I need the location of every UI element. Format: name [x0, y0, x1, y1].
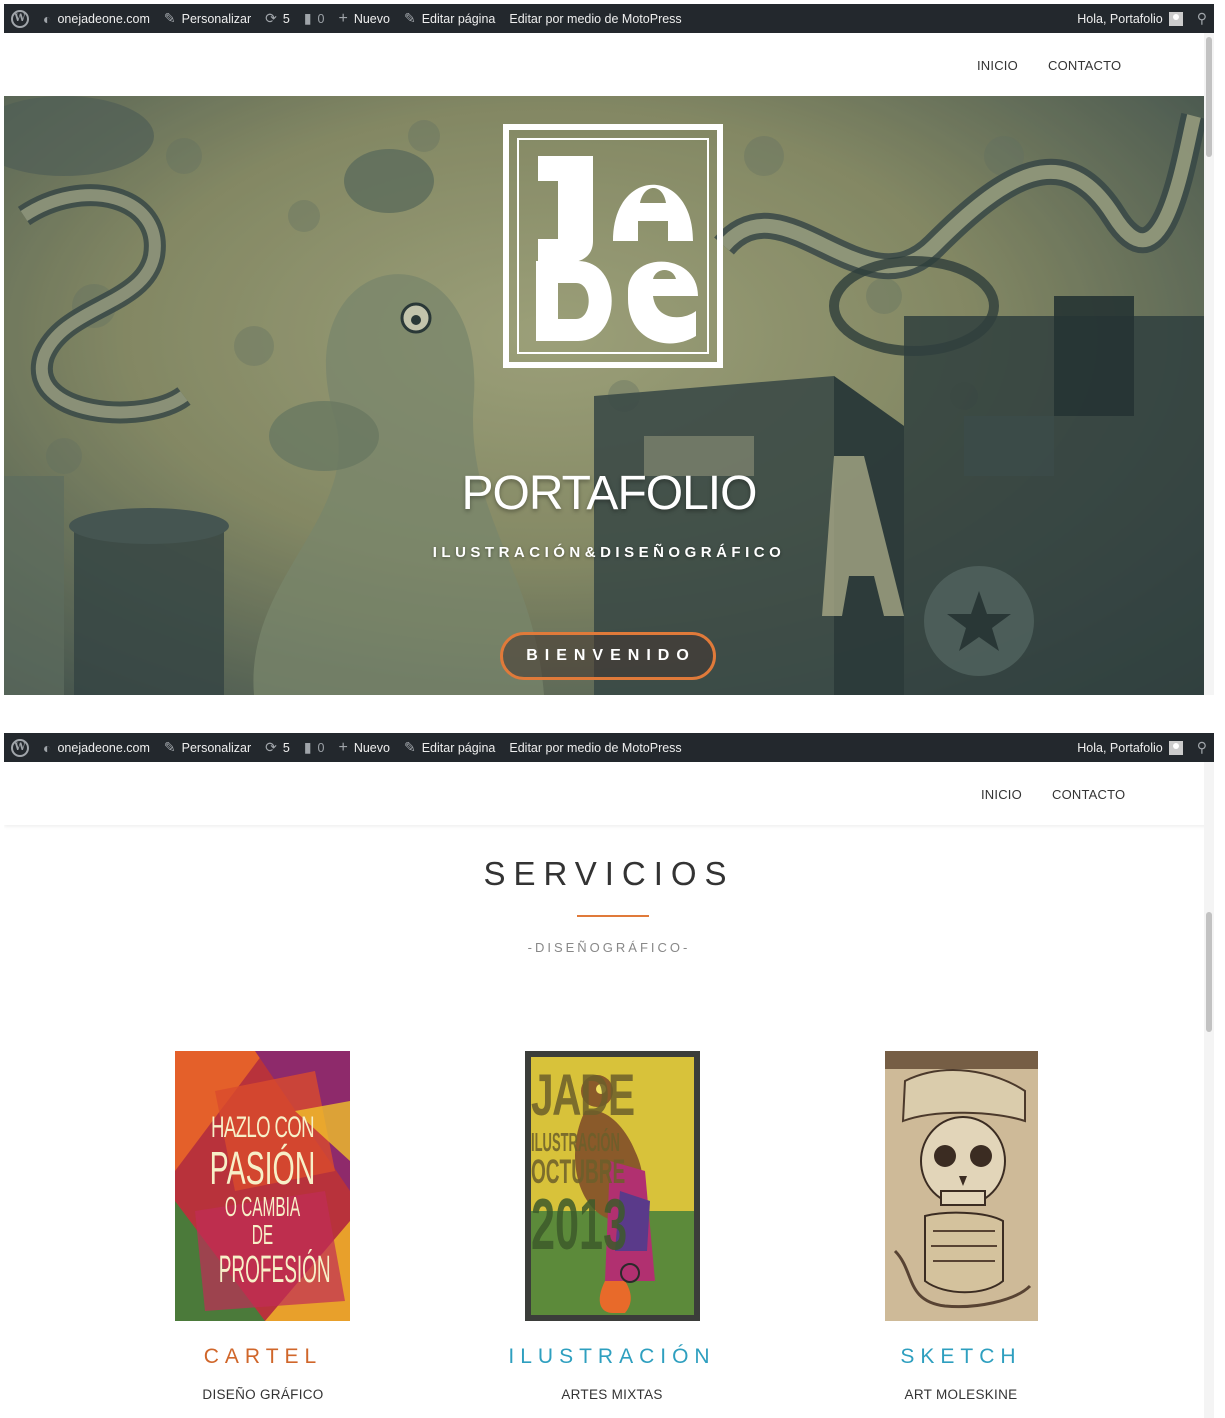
pencil-icon: ✎ [403, 739, 416, 755]
site-name-link[interactable]: ◐ onejadeone.com [36, 4, 157, 33]
updates-icon: ⟳ [265, 10, 277, 26]
cartel-poster-image[interactable]: HAZLO CON PASIÓN O CAMBIA DE PROFESIÓN [175, 1051, 350, 1321]
screenshot-hero: W ◐ onejadeone.com ✎ Personalizar ⟳ 5 ▮ 0 + N… [4, 4, 1214, 695]
welcome-button[interactable]: BIENVENIDO [500, 632, 716, 680]
edit-motopress-link[interactable]: Editar por medio de MotoPress [502, 4, 688, 33]
card-title-sketch[interactable]: SKETCH [811, 1345, 1111, 1369]
comments-link[interactable]: ▮ 0 [297, 4, 332, 33]
jade-logo [503, 124, 723, 368]
nav-item-inicio[interactable]: INICIO [977, 58, 1018, 73]
site-navigation: INICIO CONTACTO [4, 762, 1214, 825]
admin-search-button[interactable]: ⚲ [1190, 733, 1214, 762]
updates-link[interactable]: ⟳ 5 [258, 4, 297, 33]
services-subtitle: -DISEÑOGRÁFICO- [527, 940, 691, 955]
services-divider [577, 915, 649, 917]
admin-bar: W ◐ onejadeone.com ✎ Personalizar ⟳ 5 ▮ 0 + N… [4, 733, 1214, 762]
search-icon: ⚲ [1196, 10, 1207, 26]
services-title: SERVICIOS [483, 855, 735, 892]
site-navigation: INICIO CONTACTO [4, 33, 1214, 96]
hero-banner: PORTAFOLIO ILUSTRACIÓN&DISEÑOGRÁFICO BIE… [4, 96, 1214, 695]
brush-icon: ✎ [163, 10, 176, 26]
scrollbar[interactable] [1204, 33, 1214, 695]
wordpress-logo-icon: W [11, 9, 29, 28]
plus-icon: + [338, 738, 348, 756]
wordpress-menu[interactable]: W [4, 733, 36, 762]
ilustracion-poster-text: JADE ILUSTRACIÓN OCTUBRE 2013 [531, 1063, 635, 1265]
admin-bar: W ◐ onejadeone.com ✎ Personalizar ⟳ 5 ▮ 0 + N… [4, 4, 1214, 33]
edit-page-link[interactable]: ✎ Editar página [397, 4, 502, 33]
card-subtitle-sketch: ART MOLESKINE [904, 1387, 1018, 1402]
customize-link[interactable]: ✎ Personalizar [157, 4, 258, 33]
dashboard-icon: ◐ [43, 739, 52, 756]
nav-item-contacto[interactable]: CONTACTO [1052, 787, 1125, 802]
nav-item-contacto[interactable]: CONTACTO [1048, 58, 1121, 73]
card-subtitle-ilustracion: ARTES MIXTAS [561, 1387, 663, 1402]
nav-item-inicio[interactable]: INICIO [981, 787, 1022, 802]
comment-icon: ▮ [303, 739, 312, 755]
scrollbar-thumb[interactable] [1206, 37, 1212, 157]
avatar [1168, 740, 1183, 755]
edit-page-link[interactable]: ✎ Editar página [397, 733, 502, 762]
admin-search-button[interactable]: ⚲ [1190, 4, 1214, 33]
search-icon: ⚲ [1196, 739, 1207, 755]
dashboard-icon: ◐ [43, 10, 52, 27]
wordpress-menu[interactable]: W [4, 4, 36, 33]
updates-link[interactable]: ⟳ 5 [258, 733, 297, 762]
scrollbar-thumb[interactable] [1206, 912, 1212, 1032]
customize-link[interactable]: ✎ Personalizar [157, 733, 258, 762]
brush-icon: ✎ [163, 739, 176, 755]
user-account-link[interactable]: Hola, Portafolio [1070, 4, 1189, 33]
avatar [1168, 11, 1183, 26]
sketch-image[interactable] [885, 1051, 1038, 1321]
new-content-link[interactable]: + Nuevo [331, 733, 396, 762]
scrollbar[interactable] [1204, 762, 1214, 1418]
comment-icon: ▮ [303, 10, 312, 26]
site-name-link[interactable]: ◐ onejadeone.com [36, 733, 157, 762]
screenshot-services: W ◐ onejadeone.com ✎ Personalizar ⟳ 5 ▮ 0 + N… [4, 733, 1214, 1418]
hero-title: PORTAFOLIO [461, 467, 758, 520]
plus-icon: + [338, 9, 348, 27]
ilustracion-poster-image[interactable]: JADE ILUSTRACIÓN OCTUBRE 2013 [525, 1051, 700, 1321]
cartel-poster-text: HAZLO CON PASIÓN O CAMBIA DE PROFESIÓN [209, 1111, 331, 1291]
sketch-skull-art [885, 1051, 1038, 1321]
comments-link[interactable]: ▮ 0 [297, 733, 332, 762]
updates-icon: ⟳ [265, 739, 277, 755]
new-content-link[interactable]: + Nuevo [331, 4, 396, 33]
edit-motopress-link[interactable]: Editar por medio de MotoPress [502, 733, 688, 762]
pencil-icon: ✎ [403, 10, 416, 26]
wordpress-logo-icon: W [11, 738, 29, 757]
card-subtitle-cartel: DISEÑO GRÁFICO [202, 1387, 324, 1402]
card-title-ilustracion[interactable]: ILUSTRACIÓN [462, 1345, 762, 1369]
user-account-link[interactable]: Hola, Portafolio [1070, 733, 1189, 762]
hero-subtitle: ILUSTRACIÓN&DISEÑOGRÁFICO [432, 544, 786, 561]
card-title-cartel[interactable]: CARTEL [113, 1345, 413, 1369]
